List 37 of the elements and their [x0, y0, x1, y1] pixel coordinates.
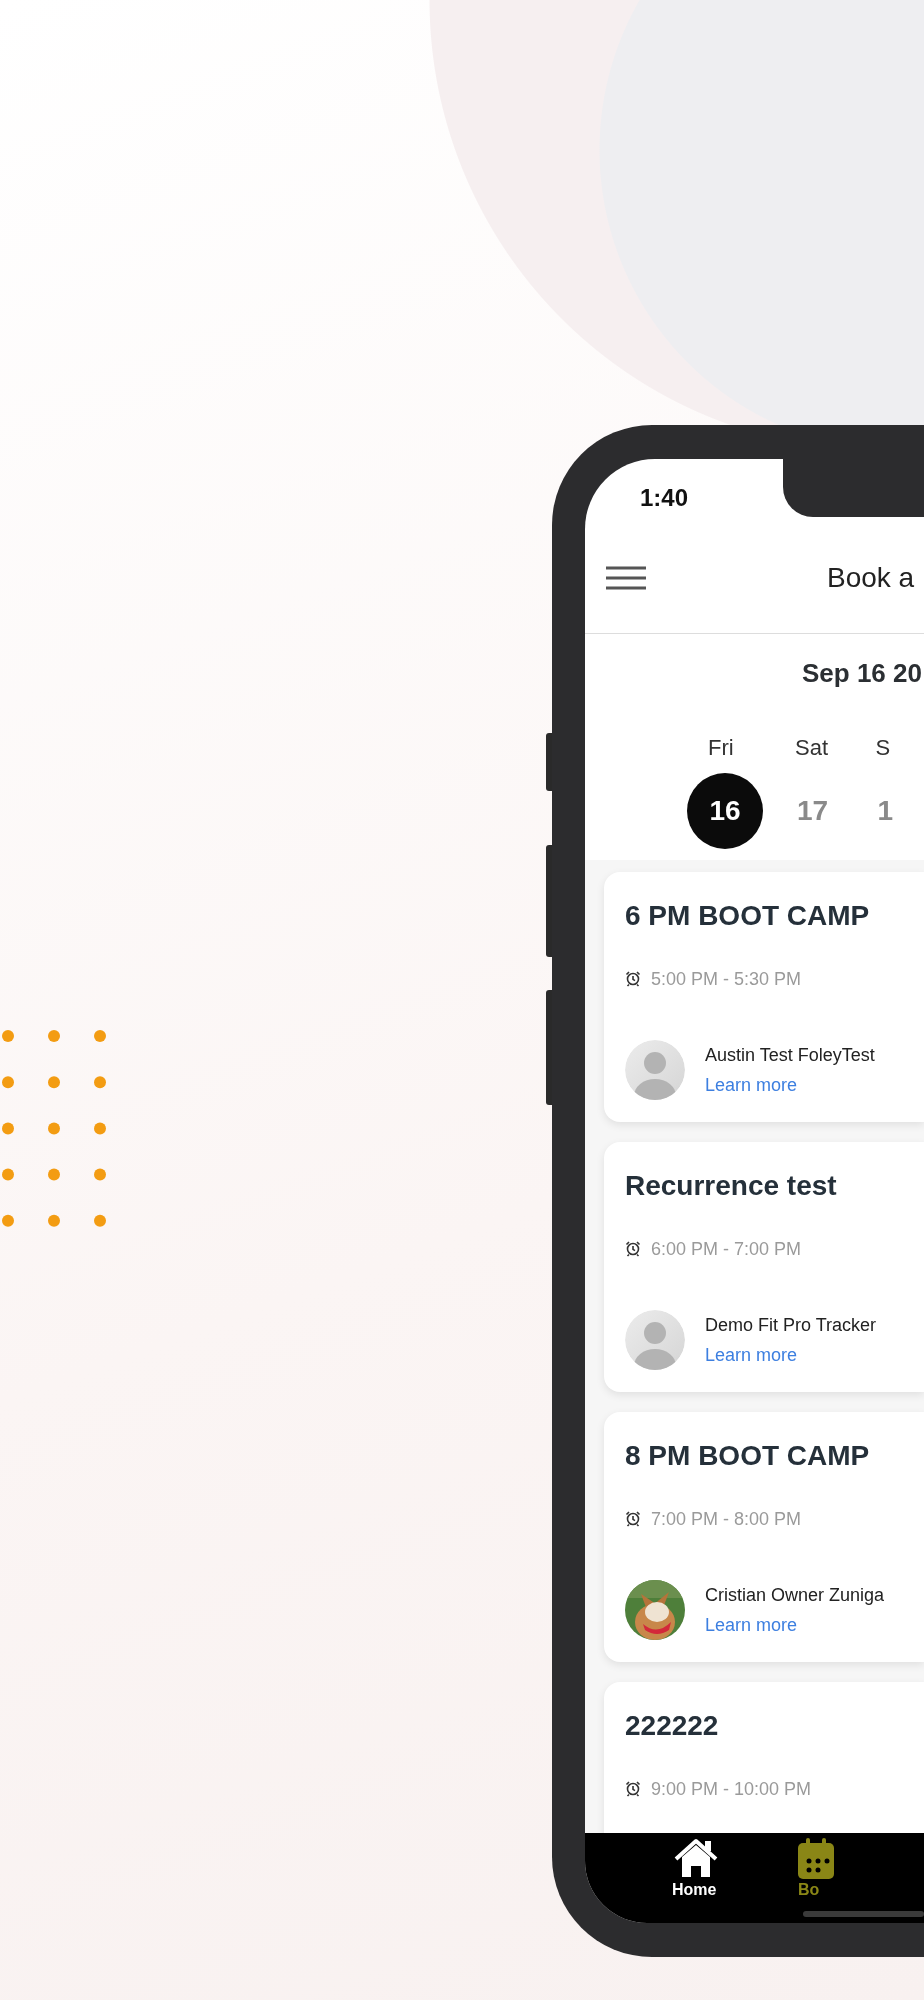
- class-title: 6 PM BOOT CAMP: [625, 899, 871, 933]
- weekday-label: Sat: [795, 736, 829, 760]
- learn-more-link[interactable]: Learn more: [705, 1075, 798, 1095]
- status-time: 1:40: [640, 484, 689, 511]
- page-title: Book a: [827, 561, 915, 595]
- class-title: 222222: [625, 1709, 720, 1743]
- time-range: 9:00 PM - 10:00 PM: [651, 1778, 812, 1800]
- class-title: 8 PM BOOT CAMP: [625, 1439, 871, 1473]
- alarm-clock-icon: [625, 1780, 641, 1798]
- weekday-label: Fri: [708, 736, 734, 760]
- class-card[interactable]: 6 PM BOOT CAMP 5:00 PM - 5:30 PM Austin Test FoleyTest Learn more: [604, 872, 924, 1122]
- avatar: [625, 1310, 685, 1370]
- time-range: 7:00 PM - 8:00 PM: [651, 1508, 802, 1530]
- alarm-clock-icon: [625, 970, 641, 988]
- alarm-clock-icon: [625, 1240, 641, 1258]
- class-title: Recurrence test: [625, 1169, 838, 1203]
- home-icon: [672, 1837, 720, 1879]
- class-card[interactable]: Recurrence test 6:00 PM - 7:00 PM Demo Fit Pro Tracker Learn more: [604, 1142, 924, 1392]
- class-card[interactable]: 222222 9:00 PM - 10:00 PM: [604, 1682, 924, 1833]
- learn-more-link[interactable]: Learn more: [705, 1615, 798, 1635]
- instructor-name: Austin Test FoleyTest: [705, 1044, 875, 1067]
- date-button[interactable]: 16: [687, 773, 763, 849]
- tab-button[interactable]: Home: [672, 1833, 798, 1923]
- learn-more-link[interactable]: Learn more: [705, 1345, 798, 1365]
- weekday-label: S: [875, 736, 891, 760]
- menu-button[interactable]: [606, 566, 646, 590]
- tab-button[interactable]: Bo: [798, 1833, 924, 1923]
- instructor-name: Cristian Owner Zuniga: [705, 1584, 885, 1607]
- alarm-clock-icon: [625, 1510, 641, 1528]
- instructor-name: Demo Fit Pro Tracker: [705, 1314, 877, 1337]
- time-range: 5:00 PM - 5:30 PM: [651, 968, 802, 990]
- time-range: 6:00 PM - 7:00 PM: [651, 1238, 802, 1260]
- avatar: [625, 1040, 685, 1100]
- class-card[interactable]: 8 PM BOOT CAMP 7:00 PM - 8:00 PM Cristian Owner Zuniga Learn more: [604, 1412, 924, 1662]
- date-heading: Sep 16 20: [802, 658, 922, 688]
- calendar-icon: [798, 1837, 834, 1879]
- menu-icon: [606, 566, 646, 590]
